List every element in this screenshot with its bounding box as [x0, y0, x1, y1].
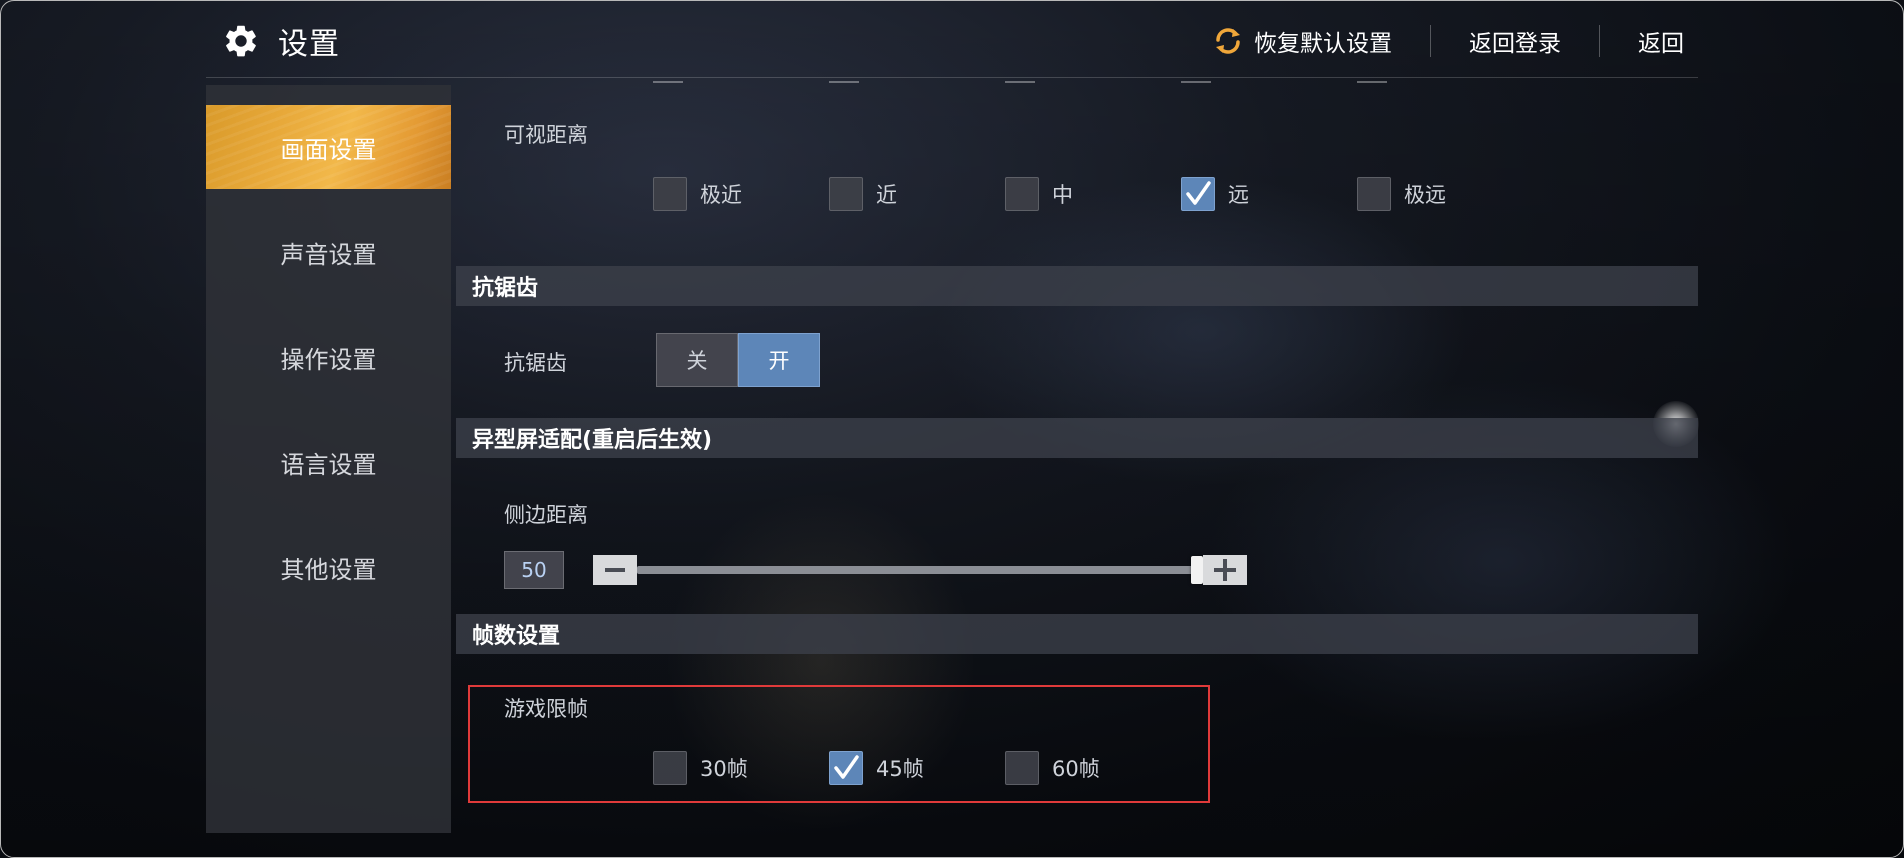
section-title: 异型屏适配(重启后生效)	[472, 428, 713, 453]
sidebar-item-label: 操作设置	[280, 345, 377, 374]
checkmark-icon	[1186, 181, 1211, 205]
option-label: 远	[1228, 183, 1249, 207]
frame-limit-label: 游戏限帧	[504, 697, 588, 721]
option-label: 极近	[700, 183, 742, 207]
game-settings-screen: 设置 恢复默认设置 返回登录 返回 画面设置 声音设置 操作设置 语言设置 其他…	[0, 0, 1904, 858]
plus-icon	[1214, 559, 1236, 581]
side-margin-label: 侧边距离	[504, 503, 588, 527]
checkbox	[653, 751, 687, 785]
checkbox	[1357, 177, 1391, 211]
view-distance-option-far[interactable]: 远	[1181, 177, 1249, 211]
view-distance-label: 可视距离	[504, 123, 588, 147]
view-distance-option-medium[interactable]: 中	[1005, 177, 1073, 211]
side-margin-slider	[593, 555, 1247, 585]
checkbox-checked	[1181, 177, 1215, 211]
gear-icon	[226, 25, 256, 57]
title-area: 设置	[222, 19, 340, 63]
sidebar-item-label: 其他设置	[280, 555, 377, 584]
view-distance-option-near[interactable]: 近	[829, 177, 897, 211]
restore-defaults-label: 恢复默认设置	[1254, 31, 1392, 57]
sidebar-item-sound[interactable]: 声音设置	[206, 210, 451, 294]
side-margin-value: 50	[504, 551, 564, 589]
sidebar-item-label: 画面设置	[280, 135, 377, 164]
sidebar-item-language[interactable]: 语言设置	[206, 420, 451, 504]
sidebar-item-label: 声音设置	[280, 240, 377, 269]
sidebar-item-graphics[interactable]: 画面设置	[206, 105, 451, 189]
fps-option-30[interactable]: 30帧	[653, 751, 748, 785]
section-title: 抗锯齿	[472, 276, 539, 301]
antialias-on-button[interactable]: 开	[738, 333, 820, 387]
view-distance-option-very-far[interactable]: 极远	[1357, 177, 1446, 211]
antialias-toggle: 关 开	[656, 333, 820, 387]
back-to-login-button[interactable]: 返回登录	[1431, 24, 1599, 58]
sidebar-item-controls[interactable]: 操作设置	[206, 315, 451, 399]
section-title: 帧数设置	[472, 624, 561, 649]
checkbox	[1005, 177, 1039, 211]
section-notch-adaptation: 异型屏适配(重启后生效)	[456, 418, 1698, 458]
slider-handle[interactable]	[1191, 556, 1203, 584]
settings-sidebar: 画面设置 声音设置 操作设置 语言设置 其他设置	[206, 85, 451, 833]
fps-option-45[interactable]: 45帧	[829, 751, 924, 785]
checkmark-icon	[834, 755, 859, 779]
antialias-label: 抗锯齿	[504, 351, 567, 375]
header-actions: 恢复默认设置 返回登录 返回	[1174, 23, 1698, 59]
option-label: 45帧	[876, 757, 924, 781]
option-label: 30帧	[700, 757, 748, 781]
antialias-off-button[interactable]: 关	[656, 333, 738, 387]
plus-button[interactable]	[1203, 555, 1247, 585]
back-button[interactable]: 返回	[1600, 24, 1698, 58]
sidebar-item-label: 语言设置	[280, 450, 377, 479]
view-distance-option-very-near[interactable]: 极近	[653, 177, 742, 211]
minus-button[interactable]	[593, 555, 637, 585]
sidebar-item-other[interactable]: 其他设置	[206, 525, 451, 609]
section-antialiasing: 抗锯齿	[456, 266, 1698, 306]
slider-track[interactable]	[637, 566, 1203, 574]
option-label: 60帧	[1052, 757, 1100, 781]
option-label: 中	[1052, 183, 1073, 207]
settings-content: 可视距离 极近 近 中 远 极远 抗锯齿 抗锯齿 关 开 异型屏适配(重启后生效…	[456, 79, 1698, 839]
checkbox	[653, 177, 687, 211]
sync-icon	[1216, 28, 1240, 54]
top-bar: 设置 恢复默认设置 返回登录 返回	[206, 1, 1698, 78]
page-title: 设置	[278, 27, 340, 62]
option-label: 极远	[1404, 183, 1446, 207]
back-label: 返回	[1638, 31, 1684, 57]
back-to-login-label: 返回登录	[1469, 31, 1561, 57]
checkbox	[829, 177, 863, 211]
section-frame-rate: 帧数设置	[456, 614, 1698, 654]
minus-icon	[605, 568, 625, 572]
restore-defaults-button[interactable]: 恢复默认设置	[1174, 24, 1430, 58]
fps-option-60[interactable]: 60帧	[1005, 751, 1100, 785]
option-label: 近	[876, 183, 897, 207]
checkbox	[1005, 751, 1039, 785]
scrolled-content-edge	[456, 81, 1698, 87]
checkbox-checked	[829, 751, 863, 785]
